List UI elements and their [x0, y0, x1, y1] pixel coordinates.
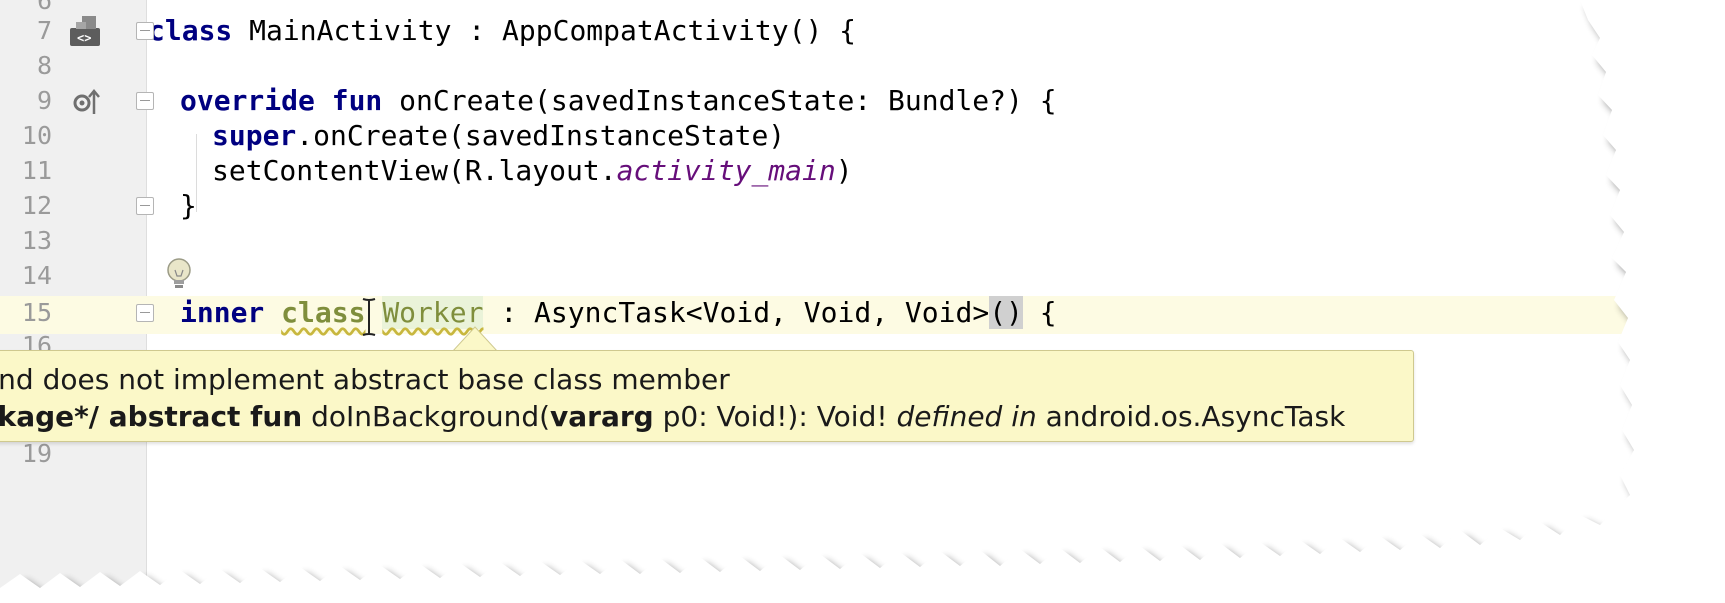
code-text: : AsyncTask<Void, Void, Void> — [483, 296, 990, 329]
code-text: onCreate(savedInstanceState: Bundle?) { — [382, 84, 1057, 117]
fold-marker-icon[interactable] — [136, 22, 154, 40]
tooltip-message: and does not implement abstract base cla… — [0, 363, 730, 396]
fold-marker-icon[interactable] — [136, 197, 154, 215]
tooltip-signature: ckage*/ abstract fun doInBackground(vara… — [0, 400, 1346, 433]
code-editor[interactable]: 6 7 8 9 10 11 12 13 14 15 16 19 class Ma… — [0, 0, 1725, 603]
error-tooltip[interactable]: and does not implement abstract base cla… — [0, 350, 1414, 442]
line-number: 13 — [21, 226, 52, 255]
keyword: inner — [180, 296, 265, 329]
implemented-class-icon[interactable]: <> — [68, 14, 102, 48]
code-line-12[interactable]: } — [0, 187, 1725, 225]
fold-marker-icon[interactable] — [136, 92, 154, 110]
lightbulb-icon[interactable] — [166, 258, 192, 292]
code-line-10[interactable]: super.onCreate(savedInstanceState) — [0, 117, 1725, 155]
svg-text:<>: <> — [77, 31, 91, 45]
fold-marker-icon[interactable] — [136, 304, 154, 322]
code-text: } — [180, 189, 197, 222]
override-method-icon[interactable] — [72, 86, 102, 116]
line-number: 14 — [21, 261, 52, 290]
class-name-warning[interactable]: Worker — [382, 296, 484, 329]
line-row: 8 — [0, 47, 1725, 85]
code-text: MainActivity : AppCompatActivity() { — [232, 14, 857, 47]
keyword: override — [180, 84, 315, 117]
matched-paren: () — [989, 296, 1023, 329]
keyword: super — [212, 119, 297, 152]
code-line-7[interactable]: class MainActivity : AppCompatActivity()… — [0, 12, 1725, 50]
keyword: class — [148, 14, 233, 47]
tooltip-arrow — [452, 326, 498, 352]
keyword-with-warning[interactable]: class — [281, 296, 365, 329]
line-row: 14 — [0, 257, 1725, 295]
code-text: ) — [835, 154, 853, 187]
text-cursor-icon — [362, 298, 376, 336]
line-row: 13 — [0, 222, 1725, 260]
code-line-11[interactable]: setContentView(R.layout.activity_main) — [0, 152, 1725, 190]
indent-guide — [196, 134, 197, 212]
code-line-15[interactable]: inner class Worker : AsyncTask<Void, Voi… — [0, 294, 1725, 332]
code-text: .onCreate(savedInstanceState) — [296, 119, 786, 152]
code-text: setContentView(R.layout. — [212, 154, 617, 187]
keyword: fun — [331, 84, 383, 117]
line-number: 8 — [36, 51, 52, 80]
code-text: { — [1022, 296, 1057, 329]
code-line-9[interactable]: override fun onCreate(savedInstanceState… — [0, 82, 1725, 120]
code-italic-field: activity_main — [616, 154, 836, 187]
